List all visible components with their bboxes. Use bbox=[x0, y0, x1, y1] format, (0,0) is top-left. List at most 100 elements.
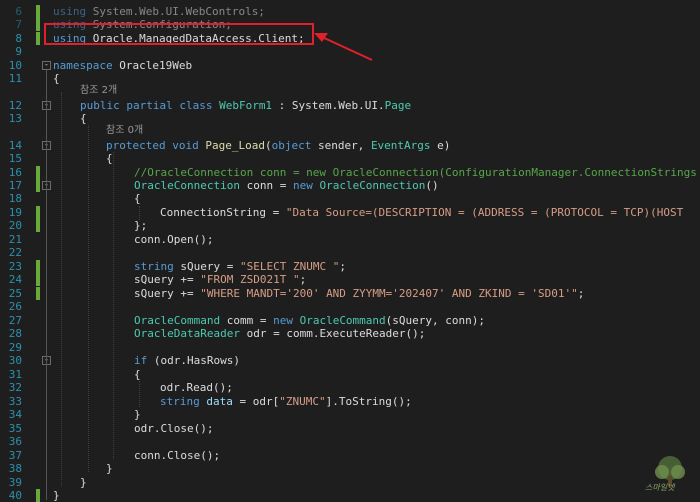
code-line[interactable]: 40} bbox=[0, 489, 700, 502]
line-number: 9 bbox=[15, 45, 22, 58]
code-text: odr.Close(); bbox=[134, 422, 213, 435]
code-text: OracleCommand comm = new OracleCommand(s… bbox=[134, 314, 485, 327]
fold-line bbox=[46, 70, 47, 500]
code-text: } bbox=[53, 489, 60, 502]
code-line[interactable]: 26 bbox=[0, 300, 700, 313]
code-token: protected void bbox=[106, 139, 199, 152]
indent-guide bbox=[139, 381, 140, 407]
code-token: } bbox=[53, 489, 60, 502]
code-token: odr = comm.ExecuteReader(); bbox=[239, 327, 426, 340]
line-number: 31 bbox=[8, 368, 22, 381]
codelens-class-references[interactable]: 참조 2개 bbox=[80, 81, 117, 96]
code-token: Page bbox=[384, 99, 412, 112]
code-token: Page_Load bbox=[205, 139, 265, 152]
code-line[interactable]: 36 bbox=[0, 435, 700, 448]
watermark-text: 스마일넷 bbox=[645, 483, 675, 492]
code-line[interactable]: 22 bbox=[0, 246, 700, 259]
code-token: object bbox=[271, 139, 312, 152]
code-line[interactable]: 28 OracleDataReader odr = comm.ExecuteRea… bbox=[0, 327, 700, 340]
line-number: 28 bbox=[8, 327, 22, 340]
change-marker bbox=[36, 489, 40, 502]
code-token: System.Web.UI.WebControls; bbox=[86, 5, 265, 18]
code-token: OracleConnection bbox=[134, 179, 240, 192]
code-editor[interactable]: 6 using System.Web.UI.WebControls; 7 using … bbox=[0, 0, 700, 502]
code-token: "WHERE MANDT='200' AND ZYYMM='202407' AN… bbox=[200, 287, 578, 300]
change-marker bbox=[36, 287, 40, 300]
code-line[interactable]: 35 odr.Close(); bbox=[0, 422, 700, 435]
code-line[interactable]: 32 odr.Read(); bbox=[0, 381, 700, 394]
code-line[interactable]: 14 protected void Page_Load(object sender… bbox=[0, 139, 700, 152]
code-line[interactable]: 12 public partial class WebForm1 : System… bbox=[0, 99, 700, 112]
code-line[interactable]: 16 //OracleConnection conn = new OracleCo… bbox=[0, 166, 700, 179]
code-token: ; bbox=[299, 273, 307, 286]
red-arrow-icon bbox=[314, 33, 373, 61]
code-token: EventArgs bbox=[370, 139, 431, 152]
line-number: 35 bbox=[8, 422, 22, 435]
code-text: ConnectionString = "Data Source=(DESCRIP… bbox=[160, 206, 683, 219]
code-token: "ZNUMC" bbox=[279, 395, 326, 408]
code-token: odr.Read(); bbox=[160, 381, 233, 394]
code-line[interactable]: 25 sQuery += "WHERE MANDT='200' AND ZYYMM… bbox=[0, 287, 700, 300]
code-line[interactable]: 39} bbox=[0, 476, 700, 489]
code-token: conn = bbox=[239, 179, 293, 192]
code-line[interactable]: 34} bbox=[0, 408, 700, 421]
code-token: (odr.HasRows) bbox=[147, 354, 240, 367]
code-token: new bbox=[292, 179, 313, 192]
change-marker bbox=[36, 273, 40, 286]
collapse-icon[interactable]: - bbox=[42, 61, 51, 70]
code-line[interactable]: 38} bbox=[0, 462, 700, 475]
code-token: ; bbox=[577, 287, 585, 300]
change-marker bbox=[36, 260, 40, 273]
line-number: 12 bbox=[8, 99, 22, 112]
code-token: { bbox=[80, 112, 87, 125]
codelens-method-references[interactable]: 참조 0개 bbox=[106, 121, 143, 136]
line-number: 24 bbox=[8, 273, 22, 286]
line-number: 10 bbox=[8, 59, 22, 72]
code-line[interactable]: 33 string data = odr["ZNUMC"].ToString(); bbox=[0, 395, 700, 408]
line-number: 27 bbox=[8, 314, 22, 327]
code-line[interactable]: 29 bbox=[0, 341, 700, 354]
code-text: public partial class WebForm1 : System.W… bbox=[80, 99, 411, 112]
line-number: 8 bbox=[15, 32, 22, 45]
code-token: WebForm1 bbox=[219, 99, 273, 112]
indent-guide bbox=[88, 125, 89, 472]
code-token: () bbox=[425, 179, 439, 192]
code-line[interactable]: 17 OracleConnection conn = new OracleConn… bbox=[0, 179, 700, 192]
code-line[interactable]: 31 { bbox=[0, 368, 700, 381]
change-marker bbox=[36, 179, 40, 192]
code-line[interactable]: 23 string sQuery = "SELECT ZNUMC "; bbox=[0, 260, 700, 273]
line-number: 18 bbox=[8, 192, 22, 205]
code-token: (sQuery, conn); bbox=[385, 314, 486, 327]
code-line[interactable]: 24 sQuery += "FROM ZSD021T "; bbox=[0, 273, 700, 286]
code-line[interactable]: 13 { bbox=[0, 112, 700, 125]
code-token: { bbox=[134, 192, 141, 205]
code-token: sender, bbox=[311, 139, 371, 152]
code-text: conn.Open(); bbox=[134, 233, 213, 246]
line-number: 19 bbox=[8, 206, 22, 219]
code-token: }; bbox=[134, 219, 148, 232]
code-token: sQuery = bbox=[173, 260, 240, 273]
line-number: 34 bbox=[8, 408, 22, 421]
code-token: OracleDataReader bbox=[134, 327, 240, 340]
line-number: 33 bbox=[8, 395, 22, 408]
code-line[interactable]: 6 using System.Web.UI.WebControls; bbox=[0, 5, 700, 18]
code-line[interactable]: 30 if (odr.HasRows) bbox=[0, 354, 700, 367]
code-text: odr.Read(); bbox=[160, 381, 233, 394]
code-line[interactable]: 21 conn.Open(); bbox=[0, 233, 700, 246]
highlight-box bbox=[44, 23, 314, 45]
line-number: 29 bbox=[8, 341, 22, 354]
code-text: conn.Close(); bbox=[134, 449, 220, 462]
code-text: namespace Oracle19Web bbox=[53, 59, 192, 72]
code-line[interactable]: 19 ConnectionString = "Data Source=(DESCR… bbox=[0, 206, 700, 219]
code-token: conn.Close(); bbox=[134, 449, 221, 462]
line-number: 23 bbox=[8, 260, 22, 273]
code-line[interactable]: 27 OracleCommand comm = new OracleCommand… bbox=[0, 314, 700, 327]
change-marker bbox=[36, 206, 40, 219]
code-line[interactable]: 15 { bbox=[0, 152, 700, 165]
line-number: 25 bbox=[8, 287, 22, 300]
code-line[interactable]: 20}; bbox=[0, 219, 700, 232]
code-token: { bbox=[106, 152, 113, 165]
code-line[interactable]: 37 conn.Close(); bbox=[0, 449, 700, 462]
code-token: data bbox=[206, 395, 233, 408]
code-line[interactable]: 18 { bbox=[0, 192, 700, 205]
